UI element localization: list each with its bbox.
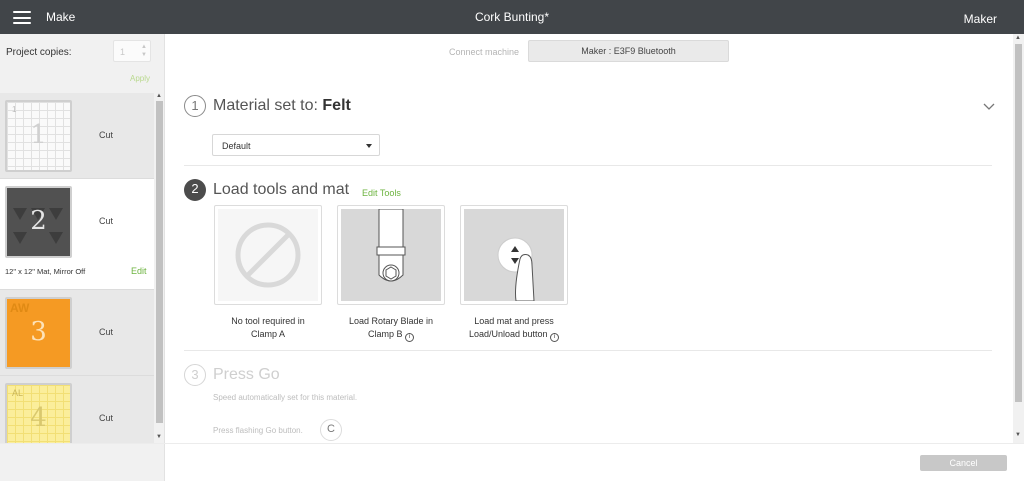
- main-panel: Connect machine Maker : E3F9 Bluetooth 1…: [166, 34, 1024, 443]
- dropdown-caret-icon: [366, 144, 372, 148]
- clamp-a-caption-line1: No tool required in: [231, 316, 305, 326]
- chevron-down-icon[interactable]: [983, 102, 995, 112]
- mat-number: 1: [30, 120, 47, 150]
- mat-thumbnail: 1 1: [5, 100, 72, 172]
- step-1-label: Material set to:: [213, 97, 318, 114]
- step-2-title: Load tools and mat: [213, 181, 350, 198]
- project-copies-value: 1: [120, 47, 126, 57]
- mat-item-4[interactable]: AL 4 Cut: [0, 376, 154, 443]
- mat-preview-text: 1: [12, 105, 17, 114]
- mat-cut-label: Cut: [99, 327, 114, 337]
- mat-thumbnail: AL 4: [5, 383, 72, 443]
- scroll-up-arrow-icon[interactable]: ▲: [156, 93, 162, 99]
- info-icon[interactable]: i: [405, 333, 415, 342]
- sidebar-scrollbar-thumb[interactable]: [156, 101, 163, 423]
- mat-preview-text: AL: [12, 388, 24, 398]
- scroll-down-arrow-icon[interactable]: ▼: [156, 434, 162, 440]
- mat-sidebar: Project copies: 1 ▲ ▼ Apply 1 1 Cut 2 Cu…: [0, 34, 165, 443]
- scroll-up-arrow-icon[interactable]: ▲: [1015, 35, 1021, 41]
- mat-list: 1 1 Cut 2 Cut 12" x 12" Mat, Mirror Off …: [0, 93, 154, 443]
- step-2-number: 2: [184, 179, 206, 201]
- mat-cut-label: Cut: [99, 216, 114, 226]
- clamp-b-caption-line2: Clamp B: [367, 329, 403, 339]
- load-mat-button-icon: [497, 237, 535, 302]
- material-pressure-select[interactable]: Default: [212, 134, 380, 156]
- step-1-number: 1: [184, 95, 206, 117]
- mat-item-3[interactable]: AW 3 Cut: [0, 290, 154, 376]
- mat-cut-label: Cut: [99, 130, 114, 140]
- footer-bar: Cancel: [0, 443, 1024, 481]
- clamp-b-card: [337, 205, 445, 305]
- step-3-number: 3: [184, 364, 206, 386]
- no-tool-icon: [235, 222, 301, 288]
- mat-cut-label: Cut: [99, 413, 114, 423]
- copies-stepper-icon[interactable]: ▲ ▼: [140, 43, 148, 59]
- scroll-down-arrow-icon[interactable]: ▼: [1015, 432, 1021, 438]
- clamp-a-caption: No tool required in Clamp A: [208, 315, 328, 341]
- rotary-blade-icon: [376, 208, 406, 282]
- edit-mat-button[interactable]: Edit: [131, 266, 147, 276]
- material-name: Felt: [322, 97, 351, 114]
- mat-item-1[interactable]: 1 1 Cut: [0, 93, 154, 179]
- load-mat-caption: Load mat and press Load/Unload button i: [454, 315, 574, 342]
- material-pressure-value: Default: [222, 141, 251, 151]
- connect-machine-label: Connect machine: [449, 47, 520, 57]
- clamp-a-card: [214, 205, 322, 305]
- sidebar-scrollbar[interactable]: ▲ ▼: [155, 93, 164, 443]
- load-mat-card: [460, 205, 568, 305]
- press-go-text: Press flashing Go button.: [213, 426, 303, 435]
- mat-number: 3: [30, 317, 47, 347]
- clamp-b-image: [341, 208, 441, 301]
- project-copies-row: Project copies: 1 ▲ ▼ Apply: [0, 34, 164, 93]
- mat-thumbnail: AW 3: [5, 297, 72, 369]
- load-mat-caption-line1: Load mat and press: [474, 316, 554, 326]
- clamp-b-caption: Load Rotary Blade in Clamp B i: [331, 315, 451, 342]
- mat-preview-text: AW: [10, 301, 30, 315]
- project-copies-label: Project copies:: [6, 47, 72, 58]
- mat-thumbnail: 2: [5, 186, 72, 258]
- mat-item-2[interactable]: 2 Cut 12" x 12" Mat, Mirror Off Edit: [0, 179, 154, 290]
- load-mat-image: [464, 209, 564, 302]
- main-scrollbar[interactable]: ▲ ▼: [1013, 34, 1024, 443]
- project-copies-input[interactable]: 1 ▲ ▼: [113, 40, 151, 62]
- go-button-icon: C: [320, 419, 342, 441]
- machine-selector[interactable]: Maker: [964, 12, 997, 26]
- clamp-a-image: [218, 209, 318, 301]
- apply-button[interactable]: Apply: [130, 74, 150, 83]
- mat-info: 12" x 12" Mat, Mirror Off: [5, 267, 86, 276]
- step-3-subtitle: Speed automatically set for this materia…: [213, 393, 358, 402]
- divider: [184, 165, 992, 166]
- project-title: Cork Bunting*: [474, 10, 550, 24]
- mat-number: 2: [30, 206, 47, 236]
- clamp-a-caption-line2: Clamp A: [250, 329, 285, 339]
- step-3-title: Press Go: [213, 366, 280, 383]
- top-bar: Make Cork Bunting* Maker: [0, 0, 1024, 34]
- mat-number: 4: [30, 403, 47, 433]
- load-mat-caption-line2: Load/Unload button: [468, 329, 548, 339]
- clamp-b-caption-line1: Load Rotary Blade in: [348, 316, 434, 326]
- machine-connection-button[interactable]: Maker : E3F9 Bluetooth: [528, 40, 729, 62]
- divider: [184, 350, 992, 351]
- info-icon[interactable]: i: [550, 333, 560, 342]
- footer-sidebar-area: [0, 444, 165, 481]
- edit-tools-link[interactable]: Edit Tools: [362, 188, 401, 198]
- main-scrollbar-thumb[interactable]: [1015, 44, 1022, 402]
- step-1-title: Material set to: Felt: [213, 97, 351, 115]
- cancel-button[interactable]: Cancel: [920, 455, 1007, 471]
